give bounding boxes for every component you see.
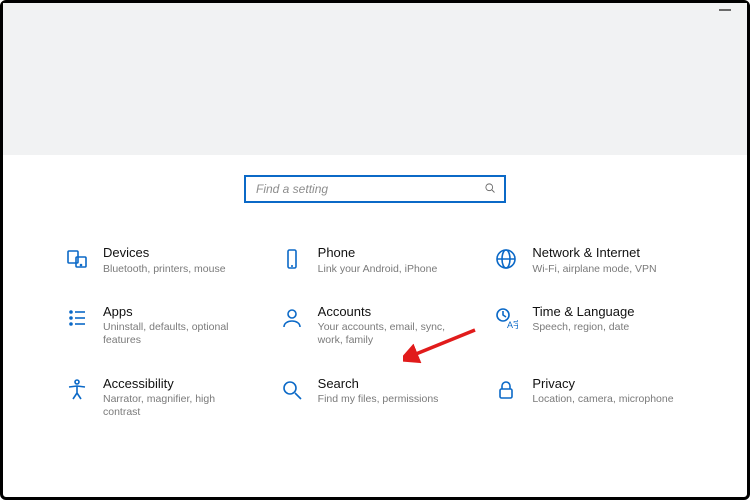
tile-accessibility[interactable]: Accessibility Narrator, magnifier, high … [63,376,258,420]
tile-desc: Narrator, magnifier, high contrast [103,393,250,419]
search-input[interactable] [254,181,484,197]
tile-desc: Your accounts, email, sync, work, family [318,321,465,347]
header-band [3,3,747,155]
apps-icon [63,304,91,332]
tile-time-language[interactable]: A字 Time & Language Speech, region, date [492,304,687,348]
tile-phone[interactable]: Phone Link your Android, iPhone [278,245,473,276]
tile-desc: Bluetooth, printers, mouse [103,263,226,276]
tile-privacy[interactable]: Privacy Location, camera, microphone [492,376,687,420]
tile-desc: Location, camera, microphone [532,393,673,406]
settings-grid: Devices Bluetooth, printers, mouse Phone… [63,245,687,419]
tile-title: Network & Internet [532,245,656,261]
search-icon [484,182,496,197]
tile-title: Apps [103,304,250,320]
lock-icon [492,376,520,404]
accessibility-icon [63,376,91,404]
search-container [3,175,747,203]
tile-search[interactable]: Search Find my files, permissions [278,376,473,420]
devices-icon [63,245,91,273]
settings-window: Devices Bluetooth, printers, mouse Phone… [0,0,750,500]
tile-apps[interactable]: Apps Uninstall, defaults, optional featu… [63,304,258,348]
svg-text:A字: A字 [507,319,518,330]
tile-title: Devices [103,245,226,261]
tile-desc: Find my files, permissions [318,393,439,406]
magnifier-icon [278,376,306,404]
time-language-icon: A字 [492,304,520,332]
tile-accounts[interactable]: Accounts Your accounts, email, sync, wor… [278,304,473,348]
tile-desc: Wi-Fi, airplane mode, VPN [532,263,656,276]
tile-network[interactable]: Network & Internet Wi-Fi, airplane mode,… [492,245,687,276]
tile-title: Accessibility [103,376,250,392]
tile-devices[interactable]: Devices Bluetooth, printers, mouse [63,245,258,276]
tile-title: Search [318,376,439,392]
tile-desc: Uninstall, defaults, optional features [103,321,250,347]
globe-icon [492,245,520,273]
tile-title: Privacy [532,376,673,392]
person-icon [278,304,306,332]
phone-icon [278,245,306,273]
minimize-indicator [719,9,731,11]
tile-title: Phone [318,245,438,261]
tile-desc: Speech, region, date [532,321,634,334]
search-box[interactable] [244,175,506,203]
tile-desc: Link your Android, iPhone [318,263,438,276]
tile-title: Accounts [318,304,465,320]
tile-title: Time & Language [532,304,634,320]
